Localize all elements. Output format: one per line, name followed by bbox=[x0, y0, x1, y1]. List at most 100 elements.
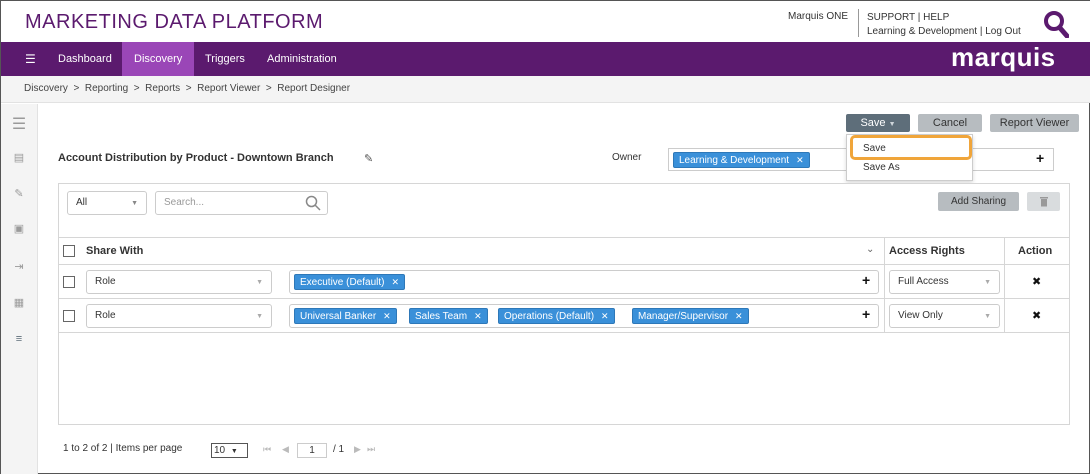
search-placeholder: Search... bbox=[164, 197, 205, 208]
menu-icon[interactable]: ☰ bbox=[25, 52, 36, 66]
remove-icon[interactable]: ✕ bbox=[383, 311, 391, 321]
row-checkbox[interactable] bbox=[63, 310, 75, 322]
nav-administration[interactable]: Administration bbox=[255, 42, 349, 76]
account-links[interactable]: Learning & Development | Log Out bbox=[867, 25, 1021, 39]
table-row: Role ▼ Universal Banker ✕ Sales Team ✕ Ope… bbox=[58, 299, 1070, 333]
edit-icon[interactable]: ✎ bbox=[11, 188, 27, 200]
save-highlight bbox=[850, 135, 972, 160]
chevron-down-icon[interactable]: ⌄ bbox=[866, 244, 874, 255]
role-tag[interactable]: Executive (Default) ✕ bbox=[294, 274, 406, 290]
add-owner-icon[interactable]: + bbox=[1036, 150, 1044, 166]
chevron-down-icon: ▼ bbox=[888, 121, 896, 128]
sharing-list-icon[interactable]: ≡ bbox=[11, 333, 27, 345]
select-all-checkbox[interactable] bbox=[63, 245, 75, 257]
grid-header: Share With ⌄ Access Rights Action bbox=[58, 237, 1070, 265]
row-checkbox[interactable] bbox=[63, 276, 75, 288]
role-tag[interactable]: Manager/Supervisor ✕ bbox=[632, 308, 749, 324]
owner-tag-label: Learning & Development bbox=[679, 155, 790, 166]
pager-summary: 1 to 2 of 2 | Items per page bbox=[63, 443, 183, 454]
nav-discovery[interactable]: Discovery bbox=[122, 42, 194, 76]
app-frame: MARKETING DATA PLATFORM Marquis ONE SUPP… bbox=[0, 0, 1090, 474]
type-select-value: Role bbox=[95, 310, 116, 321]
role-tag-label: Executive (Default) bbox=[300, 277, 385, 288]
support-help-link[interactable]: SUPPORT | HELP bbox=[867, 11, 1021, 25]
role-tag[interactable]: Universal Banker ✕ bbox=[294, 308, 397, 324]
remove-icon[interactable]: ✕ bbox=[391, 277, 399, 287]
role-tag-label: Manager/Supervisor bbox=[638, 311, 729, 322]
header-divider bbox=[858, 9, 859, 37]
type-select[interactable]: Role ▼ bbox=[86, 270, 272, 294]
trash-icon bbox=[1039, 197, 1048, 207]
cancel-button[interactable]: Cancel bbox=[918, 114, 982, 132]
role-tag-label: Sales Team bbox=[415, 311, 468, 322]
scope-select[interactable]: All ▼ bbox=[67, 191, 147, 215]
column-access-rights: Access Rights bbox=[889, 245, 965, 257]
prev-page-icon[interactable]: ◀ bbox=[282, 444, 289, 455]
last-page-icon[interactable]: ⏭ bbox=[367, 444, 375, 455]
brand-logo: marquis bbox=[951, 42, 1056, 72]
first-page-icon[interactable]: ⏮ bbox=[263, 444, 271, 455]
nav-triggers[interactable]: Triggers bbox=[193, 42, 257, 76]
remove-icon[interactable]: ✕ bbox=[796, 155, 804, 165]
page-total: / 1 bbox=[333, 444, 345, 455]
column-share-with[interactable]: Share With bbox=[86, 245, 143, 257]
search-icon[interactable] bbox=[1043, 10, 1069, 38]
scope-select-value: All bbox=[76, 197, 88, 208]
access-rights-select[interactable]: Full Access ▼ bbox=[889, 270, 1000, 294]
app-title: MARKETING DATA PLATFORM bbox=[25, 11, 324, 33]
table-icon[interactable]: ▦ bbox=[11, 297, 27, 309]
menu-item-save-as[interactable]: Save As bbox=[863, 162, 900, 173]
pencil-icon[interactable]: ✎ bbox=[364, 152, 373, 165]
export-icon[interactable]: ⇥ bbox=[11, 261, 27, 273]
owner-label: Owner bbox=[612, 152, 642, 163]
chevron-down-icon: ▼ bbox=[230, 448, 238, 455]
next-page-icon[interactable]: ▶ bbox=[354, 444, 361, 455]
support-links: SUPPORT | HELP Learning & Development | … bbox=[867, 11, 1021, 39]
save-button[interactable]: Save ▼ bbox=[846, 114, 910, 132]
chevron-down-icon: ▼ bbox=[984, 279, 991, 286]
remove-icon[interactable]: ✕ bbox=[601, 311, 609, 321]
main-nav: ☰ Dashboard Discovery Triggers Administr… bbox=[1, 42, 1090, 76]
items-per-page-select[interactable]: 10 ▼ bbox=[211, 443, 248, 458]
add-role-icon[interactable]: + bbox=[862, 306, 870, 322]
chevron-down-icon: ▼ bbox=[256, 279, 263, 286]
role-tag-label: Universal Banker bbox=[300, 311, 377, 322]
owner-tag[interactable]: Learning & Development ✕ bbox=[673, 152, 810, 168]
column-action: Action bbox=[1018, 245, 1053, 257]
search-icon bbox=[305, 195, 321, 211]
delete-row-icon[interactable]: ✖ bbox=[1032, 275, 1041, 288]
access-rights-select[interactable]: View Only ▼ bbox=[889, 304, 1000, 328]
add-sharing-button[interactable]: Add Sharing bbox=[938, 192, 1019, 211]
column-divider bbox=[884, 237, 885, 333]
top-header: MARKETING DATA PLATFORM Marquis ONE SUPP… bbox=[1, 1, 1090, 42]
role-tag[interactable]: Sales Team ✕ bbox=[409, 308, 488, 324]
remove-icon[interactable]: ✕ bbox=[735, 311, 743, 321]
column-divider bbox=[1004, 237, 1005, 333]
chevron-down-icon: ▼ bbox=[256, 313, 263, 320]
save-button-label: Save bbox=[860, 117, 886, 129]
add-role-icon[interactable]: + bbox=[862, 272, 870, 288]
report-icon[interactable]: ▣ bbox=[11, 223, 27, 235]
table-row: Role ▼ Executive (Default) ✕ + Full Acces… bbox=[58, 265, 1070, 299]
user-name[interactable]: Marquis ONE bbox=[788, 11, 848, 22]
nav-dashboard[interactable]: Dashboard bbox=[46, 42, 124, 76]
left-rail: ☰ ▤ ✎ ▣ ⇥ ▦ ≡ bbox=[1, 104, 38, 474]
breadcrumb[interactable]: Discovery > Reporting > Reports > Report… bbox=[24, 83, 350, 94]
breadcrumb-bar: Discovery > Reporting > Reports > Report… bbox=[1, 76, 1090, 103]
chevron-down-icon: ▼ bbox=[984, 313, 991, 320]
chevron-down-icon: ▼ bbox=[131, 200, 138, 207]
role-tag[interactable]: Operations (Default) ✕ bbox=[498, 308, 615, 324]
type-select[interactable]: Role ▼ bbox=[86, 304, 272, 328]
page-number-input[interactable]: 1 bbox=[297, 443, 327, 458]
search-input[interactable]: Search... bbox=[155, 191, 328, 215]
access-rights-value: Full Access bbox=[898, 276, 949, 287]
remove-icon[interactable]: ✕ bbox=[474, 311, 482, 321]
list-icon[interactable]: ▤ bbox=[11, 152, 27, 164]
report-viewer-button[interactable]: Report Viewer bbox=[990, 114, 1079, 132]
hamburger-icon[interactable]: ☰ bbox=[11, 116, 27, 134]
delete-button[interactable] bbox=[1027, 192, 1060, 211]
items-per-page-value: 10 bbox=[214, 445, 226, 456]
sharing-grid: Share With ⌄ Access Rights Action Role ▼… bbox=[58, 237, 1070, 333]
delete-row-icon[interactable]: ✖ bbox=[1032, 309, 1041, 322]
report-title: Account Distribution by Product - Downto… bbox=[58, 152, 334, 164]
